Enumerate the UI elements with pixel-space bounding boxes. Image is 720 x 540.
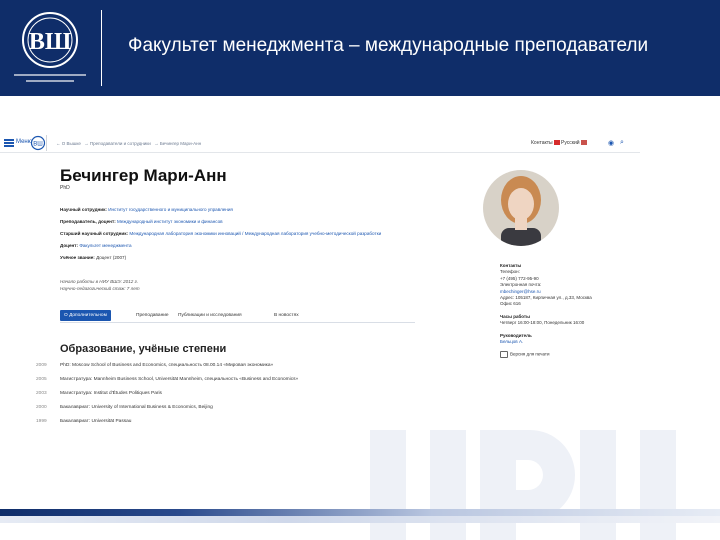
printer-icon bbox=[500, 351, 508, 359]
breadcrumb: ← О Вышке → Преподаватели и сотрудники →… bbox=[56, 141, 203, 146]
education-year: 1999 bbox=[36, 419, 47, 424]
role-label: Преподаватель, доцент: bbox=[60, 218, 116, 224]
role-link[interactable]: Институт государственного и муниципально… bbox=[108, 207, 233, 212]
role-link[interactable]: Международный институт экономики и финан… bbox=[117, 219, 223, 224]
list-item: 2009 PhD: Moscow School of Business and E… bbox=[36, 363, 426, 377]
profile-note: Начало работы в НИУ ВШЭ: 2012 г. Научно-… bbox=[60, 278, 140, 293]
profile-degree: PhD bbox=[60, 185, 70, 191]
role-link[interactable]: Международная лаборатория экономики инно… bbox=[129, 231, 381, 236]
tab-news[interactable]: В новостях bbox=[274, 310, 299, 321]
education-text: Бакалавриат: Universität Passau bbox=[60, 419, 132, 424]
role-item: Учёное звание: Доцент (2007) bbox=[60, 254, 420, 261]
profile-tabs: О Дополнительном Преподавание Публикации… bbox=[60, 310, 415, 323]
header-divider bbox=[101, 10, 102, 86]
svg-text:ВШ: ВШ bbox=[33, 142, 43, 148]
print-label[interactable]: Версия для печати bbox=[510, 352, 550, 357]
education-text: PhD: Moscow School of Business and Econo… bbox=[60, 363, 274, 368]
hours-value: Четверг 16:00-18:00, Понедельник 16:00 bbox=[500, 320, 585, 326]
eye-icon[interactable]: ◉ bbox=[608, 139, 614, 147]
education-list: 2009 PhD: Moscow School of Business and E… bbox=[36, 363, 426, 433]
breadcrumb-item[interactable]: → Преподаватели и сотрудники bbox=[84, 141, 151, 146]
search-icon[interactable]: ⌕ bbox=[620, 139, 624, 147]
role-label: Доцент: bbox=[60, 242, 79, 248]
room-value: Офис 616 bbox=[500, 301, 521, 307]
contacts-sidebar: Контакты Телефон: +7 (495) 772-95-90 Эле… bbox=[500, 257, 635, 359]
role-item: Старший научный сотрудник: Международная… bbox=[60, 230, 420, 237]
footer-bar-light bbox=[0, 516, 720, 523]
site-topbar: Меню ВШ ← О Вышке → Преподаватели и сотр… bbox=[0, 130, 640, 153]
education-text: Магистратура: Institut d'Études Politiqu… bbox=[60, 391, 162, 396]
tab-publications[interactable]: Публикации и исследования bbox=[178, 310, 242, 321]
education-text: Магистратура: Mannheim Business School, … bbox=[60, 377, 299, 382]
education-text: Бакалавриат: University of International… bbox=[60, 405, 213, 410]
note-line: Научно-педагогический стаж: 7 лет bbox=[60, 286, 140, 292]
language-switcher[interactable]: Контакты Русский bbox=[531, 140, 588, 146]
print-link[interactable]: Версия для печати bbox=[500, 351, 635, 359]
breadcrumb-item[interactable]: → Бечингер Мари-Анн bbox=[154, 141, 201, 146]
tab-teaching[interactable]: Преподавание bbox=[136, 310, 169, 321]
list-item: 2005 Магистратура: Mannheim Business Scho… bbox=[36, 377, 426, 391]
contacts-link[interactable]: Контакты bbox=[531, 140, 553, 146]
profile-name: Бечингер Мари-Анн bbox=[60, 166, 227, 185]
role-value: Доцент (2007) bbox=[96, 254, 127, 260]
hamburger-icon[interactable] bbox=[4, 139, 14, 147]
role-item: Доцент: Факультет менеджмента bbox=[60, 242, 420, 249]
list-item: 2003 Магистратура: Institut d'Études Poli… bbox=[36, 391, 426, 405]
web-page-screenshot: Меню ВШ ← О Вышке → Преподаватели и сотр… bbox=[0, 130, 640, 430]
education-year: 2005 bbox=[36, 377, 47, 382]
tab-about[interactable]: О Дополнительном bbox=[60, 310, 111, 321]
profile-roles: Научный сотрудник: Институт государствен… bbox=[60, 206, 420, 266]
slide-title: Факультет менеджмента – международные пр… bbox=[128, 35, 649, 56]
footer-bars bbox=[0, 509, 720, 523]
role-link[interactable]: Факультет менеджмента bbox=[79, 243, 131, 248]
supervisor-link[interactable]: Бельцов А. bbox=[500, 339, 635, 345]
note-line: Начало работы в НИУ ВШЭ: 2012 г. bbox=[60, 279, 139, 284]
avatar bbox=[483, 170, 559, 246]
role-label: Старший научный сотрудник: bbox=[60, 230, 129, 236]
breadcrumb-item[interactable]: ← О Вышке bbox=[56, 141, 81, 146]
role-label: Учёное звание: bbox=[60, 254, 95, 260]
role-label: Научный сотрудник: bbox=[60, 207, 107, 212]
flag-icon bbox=[554, 140, 560, 146]
slide-header: ВШ Факультет менеджмента – международные… bbox=[0, 0, 720, 96]
list-item: 2000 Бакалавриат: University of Internati… bbox=[36, 405, 426, 419]
role-item: Преподаватель, доцент: Международный инс… bbox=[60, 218, 420, 225]
education-year: 2000 bbox=[36, 405, 47, 410]
svg-text:ВШ: ВШ bbox=[29, 29, 71, 55]
footer-bar-dark bbox=[0, 509, 720, 516]
section-title: Образование, учёные степени bbox=[60, 343, 227, 355]
education-year: 2003 bbox=[36, 391, 47, 396]
role-item: Научный сотрудник: Институт государствен… bbox=[60, 206, 420, 213]
education-year: 2009 bbox=[36, 363, 47, 368]
site-logo[interactable]: ВШ bbox=[30, 135, 47, 151]
university-logo: ВШ bbox=[14, 12, 86, 82]
flag-icon bbox=[580, 140, 587, 146]
language-current[interactable]: Русский bbox=[561, 140, 580, 146]
list-item: 1999 Бакалавриат: Universität Passau bbox=[36, 419, 426, 433]
